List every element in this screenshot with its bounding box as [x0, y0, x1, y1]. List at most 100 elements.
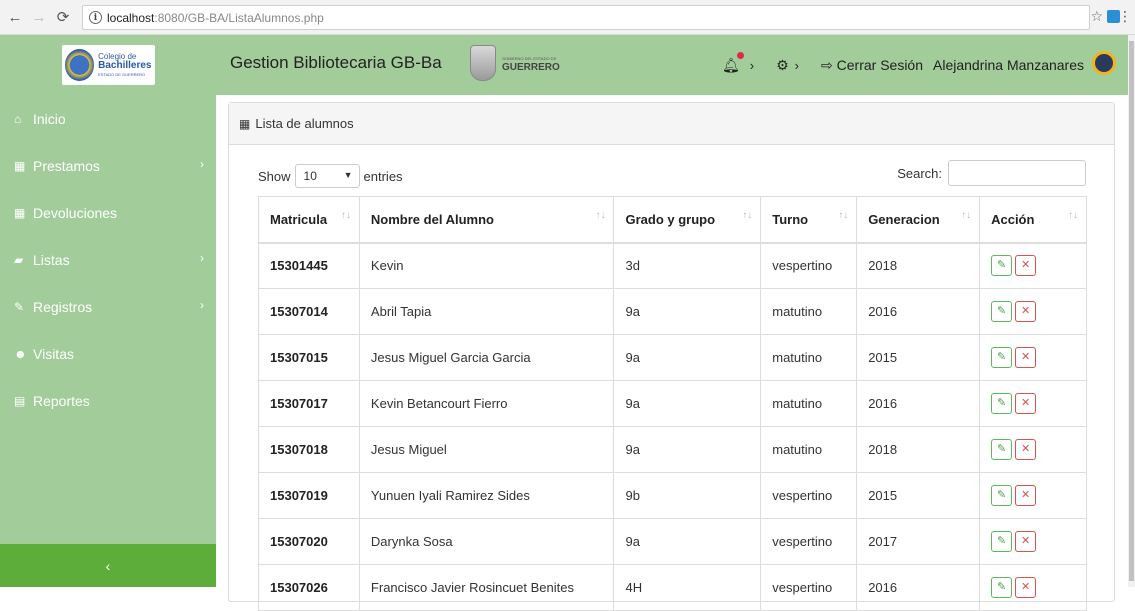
file-icon: ▤ [14, 393, 26, 408]
edit-pencil-icon[interactable]: ✎ [991, 255, 1013, 277]
avatar[interactable] [1092, 51, 1116, 75]
cell-nombre: Kevin [358, 242, 615, 289]
table-header-row: Matricula ↑↓ Nombre del Alumno ↑↓ Grado y … [258, 196, 1087, 244]
home-icon: ⌂ [14, 111, 22, 126]
sidebar-item-inicio[interactable]: ⌂ Inicio [0, 95, 216, 142]
sidebar-item-visitas[interactable]: ☻ Visitas [0, 330, 216, 377]
sidebar-item-label: Prestamos [33, 157, 100, 174]
entries-select[interactable]: 10 ▼ [294, 164, 360, 188]
info-icon[interactable]: i [89, 11, 102, 24]
show-label: Show [258, 168, 291, 184]
panel-header: ▦ Lista de alumnos [229, 103, 1114, 145]
cell-generacion: 2017 [856, 518, 981, 565]
delete-x-icon[interactable]: ✕ [1015, 255, 1037, 277]
table-row: 15307015 Jesus Miguel Garcia Garcia 9a matu… [258, 334, 1087, 381]
sidebar: ⌂ Inicio ▦ Prestamos › ▦ Devoluciones ▰ … [0, 95, 216, 587]
delete-x-icon[interactable]: ✕ [1015, 439, 1037, 460]
chevron-right-icon[interactable]: › [795, 58, 799, 73]
col-header-nombre[interactable]: Nombre del Alumno ↑↓ [358, 196, 615, 244]
top-right-menu: 🔔︎ › ⚙︎ › ⇨ Cerrar Sesión Alejandrina Ma… [722, 35, 1116, 95]
address-bar[interactable]: i localhost :8080/GB-BA/ListaAlumnos.php [82, 5, 1090, 30]
edit-pencil-icon[interactable]: ✎ [991, 301, 1013, 322]
delete-x-icon[interactable]: ✕ [1015, 485, 1037, 506]
cell-accion: ✎ ✕ [979, 288, 1087, 335]
edit-pencil-icon[interactable]: ✎ [991, 577, 1013, 598]
sidebar-item-registros[interactable]: ✎ Registros › [0, 283, 216, 330]
gear-icon[interactable]: ⚙︎ [776, 57, 789, 74]
sort-icon: ↑↓ [742, 210, 753, 221]
users-icon: ☻ [14, 346, 27, 361]
cell-accion: ✎ ✕ [979, 564, 1087, 611]
edit-pencil-icon[interactable]: ✎ [991, 485, 1013, 506]
chevron-right-icon[interactable]: › [750, 58, 754, 73]
chevron-right-icon: › [200, 251, 204, 265]
notification-bell-icon[interactable]: 🔔︎ [722, 51, 744, 74]
brand[interactable]: Colegio de Bachilleres ESTADO DE GUERRER… [0, 35, 216, 95]
cell-turno: vespertino [760, 564, 858, 611]
cell-matricula: 15307017 [258, 380, 360, 427]
cell-turno: vespertino [760, 242, 858, 289]
cell-turno: vespertino [760, 518, 858, 565]
cell-grado: 9a [613, 288, 762, 335]
entries-label: entries [363, 168, 403, 184]
forward-arrow-icon[interactable]: → [30, 8, 48, 26]
notification-dot [736, 51, 744, 59]
delete-x-icon[interactable]: ✕ [1015, 577, 1037, 598]
delete-x-icon[interactable]: ✕ [1015, 393, 1037, 414]
sort-icon: ↑↓ [838, 210, 849, 221]
cell-accion: ✎ ✕ [979, 242, 1087, 289]
col-header-matricula[interactable]: Matricula ↑↓ [258, 196, 360, 244]
browser-menu-icon[interactable]: ⋮ [1118, 8, 1132, 25]
delete-x-icon[interactable]: ✕ [1015, 301, 1037, 322]
reload-icon[interactable]: ⟳ [54, 8, 72, 26]
panel-title: Lista de alumnos [255, 116, 354, 131]
cell-nombre: Kevin Betancourt Fierro [358, 380, 615, 427]
cell-generacion: 2018 [856, 426, 981, 473]
sidebar-item-reportes[interactable]: ▤ Reportes [0, 377, 216, 424]
back-arrow-icon[interactable]: ← [6, 8, 24, 26]
bookmark-star-icon[interactable]: ☆ [1090, 8, 1103, 25]
chevron-left-icon: ‹ [105, 557, 111, 574]
cell-matricula: 15307026 [258, 564, 360, 611]
cell-grado: 3d [613, 242, 762, 289]
sidebar-collapse-button[interactable]: ‹ [0, 544, 216, 587]
cell-matricula: 15307019 [258, 472, 360, 519]
students-table: Matricula ↑↓ Nombre del Alumno ↑↓ Grado y … [258, 196, 1087, 611]
cell-turno: vespertino [760, 472, 858, 519]
edit-pencil-icon[interactable]: ✎ [991, 347, 1013, 368]
sidebar-item-prestamos[interactable]: ▦ Prestamos › [0, 142, 216, 189]
sidebar-item-label: Listas [33, 251, 70, 268]
calendar-icon: ▦ [14, 205, 26, 220]
logout-button[interactable]: ⇨ Cerrar Sesión [821, 57, 923, 74]
logout-label: Cerrar Sesión [836, 56, 924, 73]
cell-matricula: 15307014 [258, 288, 360, 335]
chevron-right-icon: › [200, 157, 204, 171]
col-header-generacion[interactable]: Generacion ↑↓ [856, 196, 981, 244]
col-header-accion[interactable]: Acción ↑↓ [979, 196, 1087, 244]
entries-value: 10 [303, 169, 317, 183]
top-navbar: Colegio de Bachilleres ESTADO DE GUERRER… [0, 35, 1128, 95]
sidebar-item-listas[interactable]: ▰ Listas › [0, 236, 216, 283]
cell-generacion: 2018 [856, 242, 981, 289]
table-row: 15307019 Yunuen Iyali Ramirez Sides 9b vesp… [258, 472, 1087, 519]
page-scrollbar[interactable] [1128, 35, 1135, 587]
dropdown-arrow-icon: ▼ [343, 170, 353, 180]
sidebar-item-label: Reportes [33, 392, 90, 409]
sidebar-item-label: Registros [33, 298, 93, 315]
col-header-turno[interactable]: Turno ↑↓ [760, 196, 858, 244]
col-header-grado[interactable]: Grado y grupo ↑↓ [613, 196, 762, 244]
user-name[interactable]: Alejandrina Manzanares [933, 57, 1084, 73]
edit-pencil-icon[interactable]: ✎ [991, 439, 1013, 460]
delete-x-icon[interactable]: ✕ [1015, 347, 1037, 368]
sort-asc-icon: ↑↓ [340, 210, 351, 221]
cell-grado: 9b [613, 472, 762, 519]
delete-x-icon[interactable]: ✕ [1015, 531, 1037, 552]
edit-pencil-icon[interactable]: ✎ [991, 531, 1013, 552]
url-path: :8080/GB-BA/ListaAlumnos.php [154, 10, 324, 25]
search-input[interactable] [948, 160, 1086, 186]
cell-turno: matutino [760, 334, 858, 381]
edit-pencil-icon[interactable]: ✎ [991, 393, 1013, 414]
cell-accion: ✎ ✕ [979, 426, 1087, 473]
scrollbar-thumb[interactable] [1129, 41, 1134, 581]
sidebar-item-devoluciones[interactable]: ▦ Devoluciones [0, 189, 216, 236]
